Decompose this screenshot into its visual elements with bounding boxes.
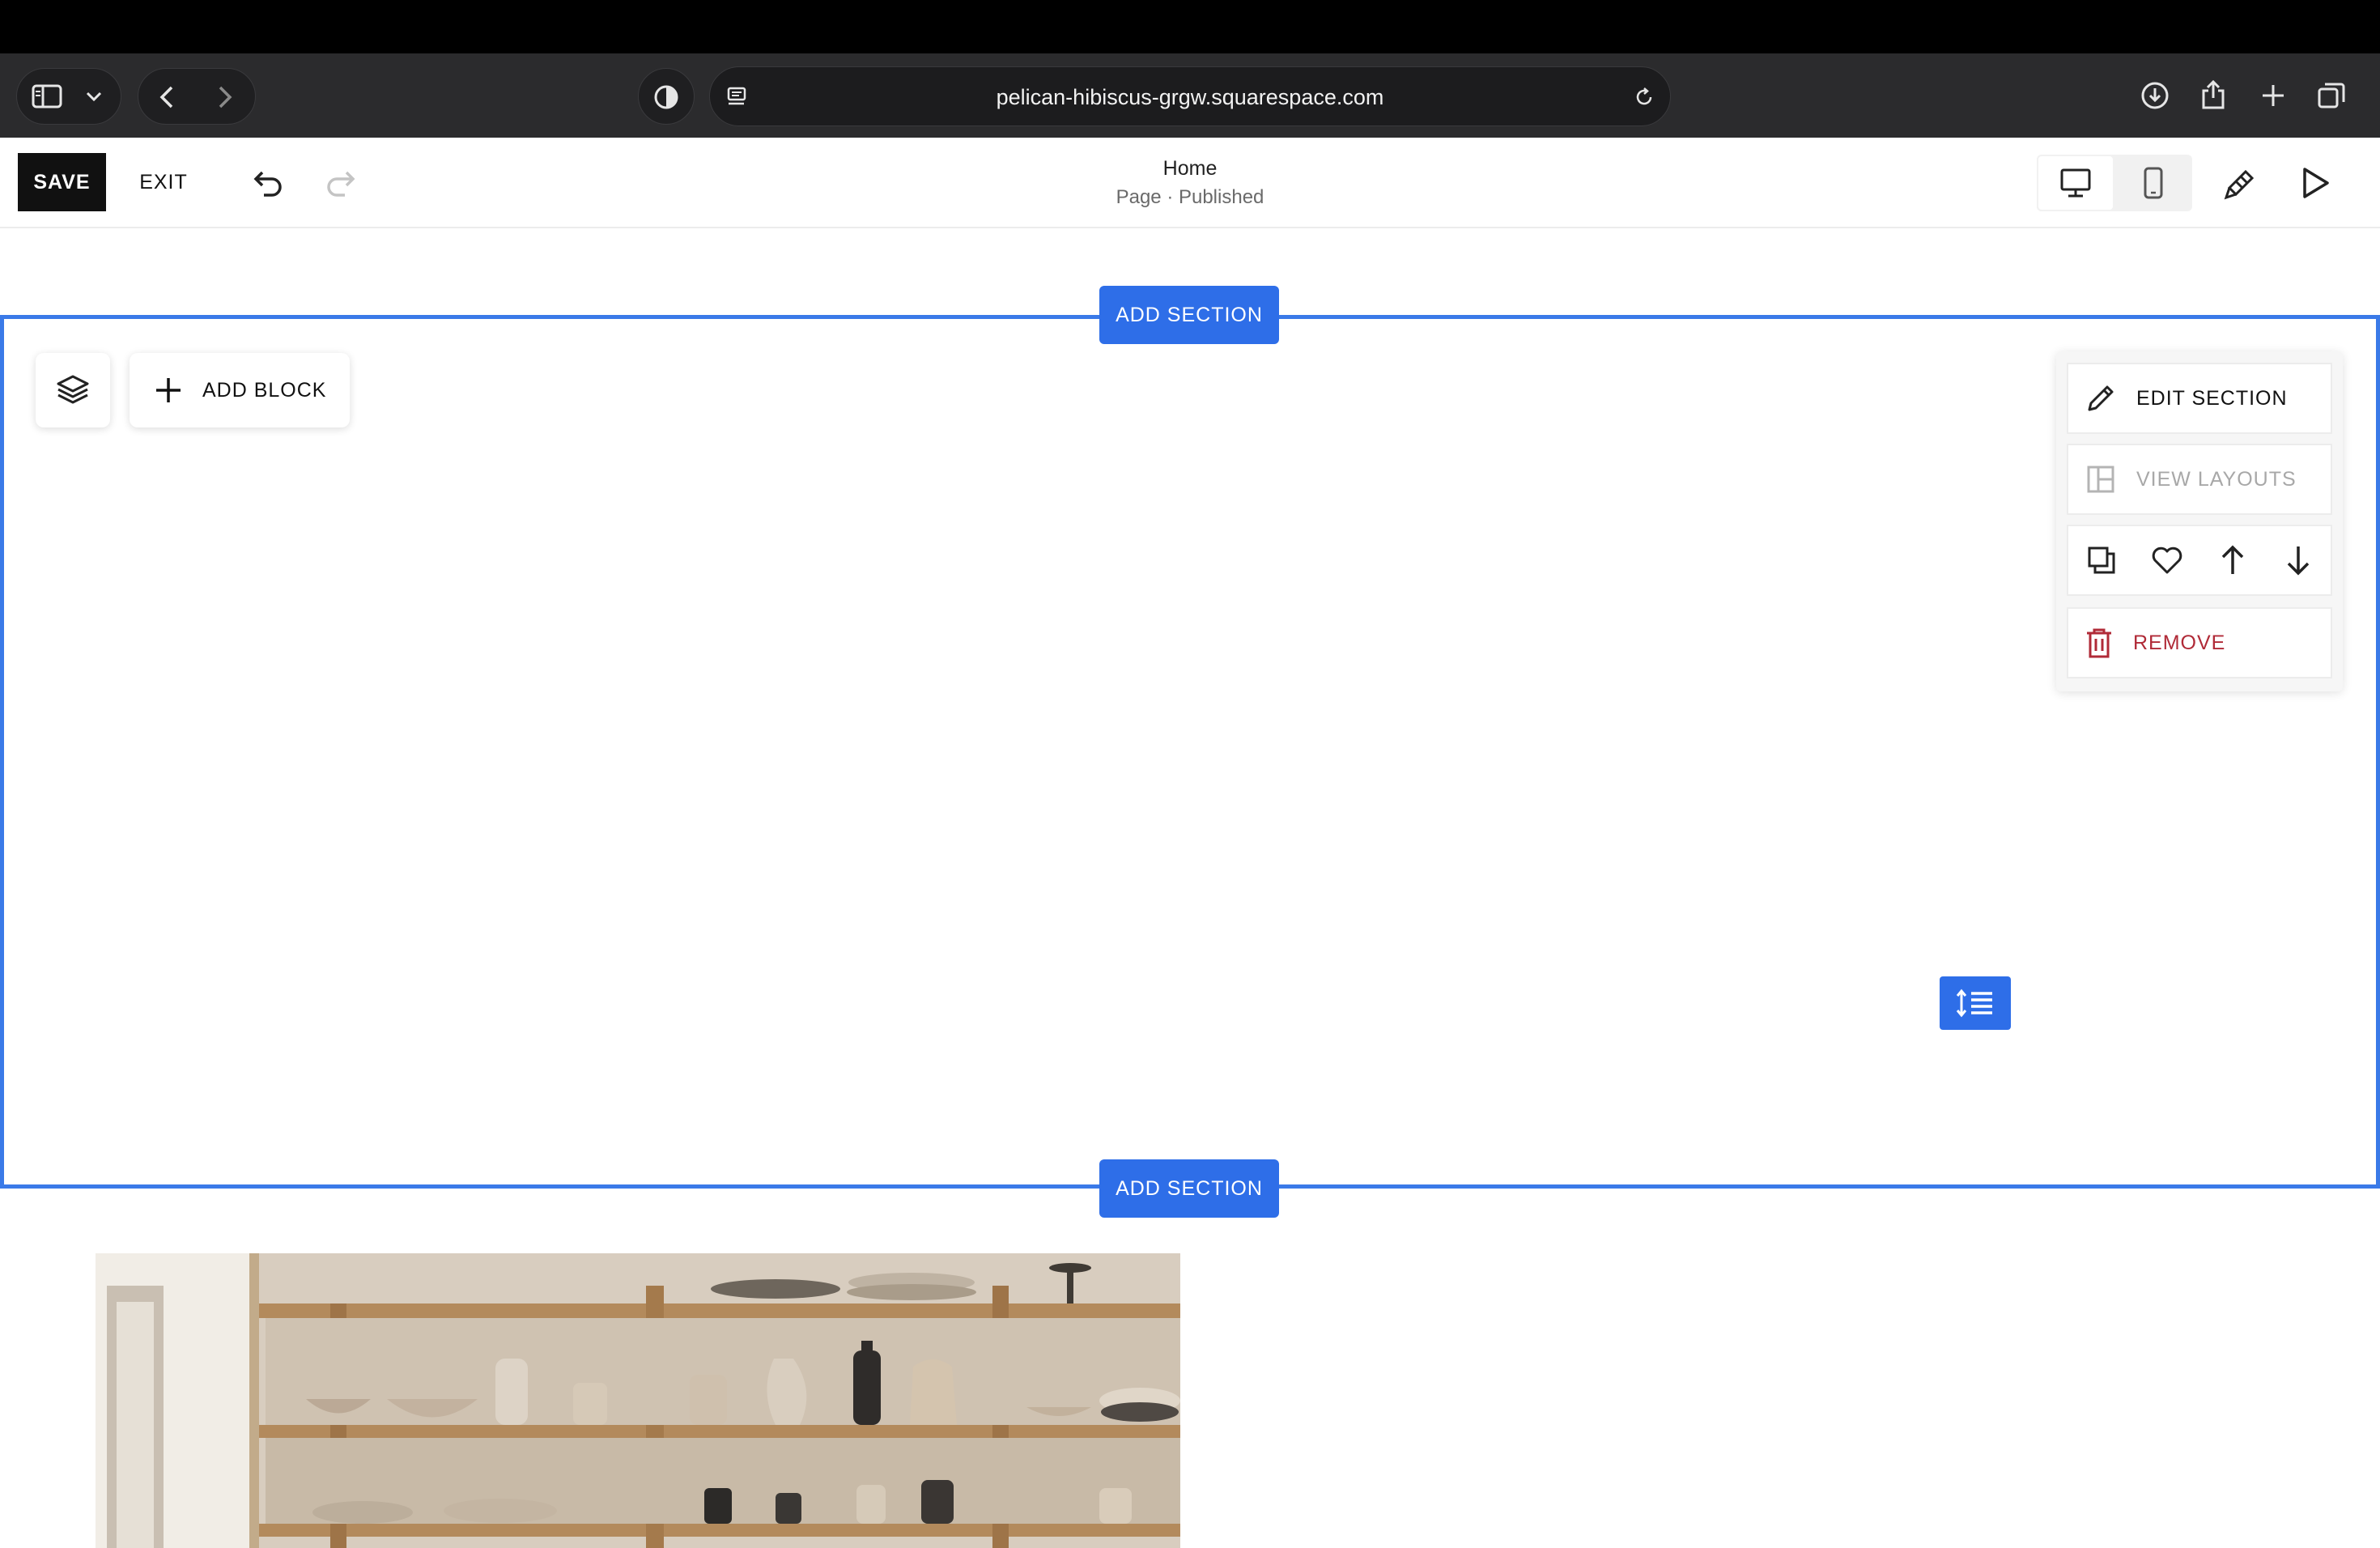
exit-button[interactable]: EXIT	[131, 153, 196, 211]
back-icon[interactable]	[151, 81, 183, 113]
move-up-icon	[2221, 545, 2243, 574]
download-icon[interactable]	[2137, 78, 2173, 113]
save-to-favorites-icon	[2152, 546, 2182, 574]
preview-play-icon[interactable]	[2294, 162, 2336, 204]
redo-icon[interactable]	[319, 164, 361, 202]
forward-icon[interactable]	[209, 81, 241, 113]
selected-section[interactable]	[0, 315, 2380, 1189]
section-height-handle[interactable]	[1940, 976, 2011, 1030]
browser-toolbar: pelican-hibiscus-grgw.squarespace.com	[0, 53, 2380, 138]
move-down-icon	[2287, 546, 2309, 576]
address-bar[interactable]: pelican-hibiscus-grgw.squarespace.com	[709, 66, 1671, 126]
site-styles-icon[interactable]	[2218, 162, 2263, 204]
view-layouts-label: VIEW LAYOUTS	[2136, 467, 2297, 491]
desktop-icon	[2060, 168, 2091, 198]
add-block-button[interactable]: ADD BLOCK	[130, 353, 350, 427]
layers-icon	[57, 375, 89, 404]
pencil-icon	[2088, 385, 2114, 411]
save-to-favorites-button[interactable]	[2139, 532, 2195, 589]
duplicate-section-button[interactable]	[2073, 532, 2130, 589]
edit-section-label: EDIT SECTION	[2136, 386, 2288, 410]
add-section-button-bottom[interactable]: ADD SECTION	[1099, 1159, 1279, 1218]
tab-overview-icon[interactable]	[2314, 78, 2349, 113]
reload-icon[interactable]	[1628, 82, 1660, 113]
editor-header: SAVE EXIT Home Page · Published	[0, 138, 2380, 228]
page-title: Home	[1162, 157, 1218, 180]
undo-icon[interactable]	[248, 164, 290, 202]
mobile-icon	[2144, 167, 2163, 199]
layers-button[interactable]	[36, 353, 110, 427]
section-quick-actions	[2067, 525, 2332, 596]
new-tab-icon[interactable]	[2255, 78, 2291, 113]
page-status: Page · Published	[1116, 186, 1264, 208]
remove-label: REMOVE	[2133, 631, 2226, 654]
sidebar-icon[interactable]	[28, 81, 66, 112]
save-button[interactable]: SAVE	[18, 153, 106, 211]
duplicate-icon	[2088, 546, 2114, 574]
view-layouts-button[interactable]: VIEW LAYOUTS	[2067, 444, 2332, 515]
move-section-down-button[interactable]	[2270, 532, 2327, 589]
spacing-icon	[1956, 989, 1992, 1018]
device-toggle	[2037, 155, 2192, 211]
chevron-down-icon[interactable]	[78, 84, 110, 108]
trash-icon	[2087, 628, 2111, 658]
section-actions-menu: EDIT SECTION VIEW LAYOUTS REMOVE	[2056, 351, 2343, 691]
layouts-icon	[2087, 466, 2114, 493]
desktop-view-button[interactable]	[2037, 155, 2114, 211]
shelf-photo	[96, 1253, 1180, 1548]
mobile-view-button[interactable]	[2114, 155, 2192, 211]
url-text: pelican-hibiscus-grgw.squarespace.com	[996, 85, 1384, 109]
edit-section-button[interactable]: EDIT SECTION	[2067, 363, 2332, 434]
plus-icon	[156, 378, 181, 402]
privacy-shield-icon[interactable]	[649, 81, 683, 113]
move-section-up-button[interactable]	[2204, 532, 2261, 589]
add-section-button-top[interactable]: ADD SECTION	[1099, 286, 1279, 344]
os-menu-bar	[0, 0, 2380, 53]
ceramics-shelf-image[interactable]	[96, 1253, 1180, 1548]
add-block-label: ADD BLOCK	[202, 378, 327, 402]
remove-section-button[interactable]: REMOVE	[2067, 607, 2332, 678]
share-icon[interactable]	[2195, 76, 2231, 113]
